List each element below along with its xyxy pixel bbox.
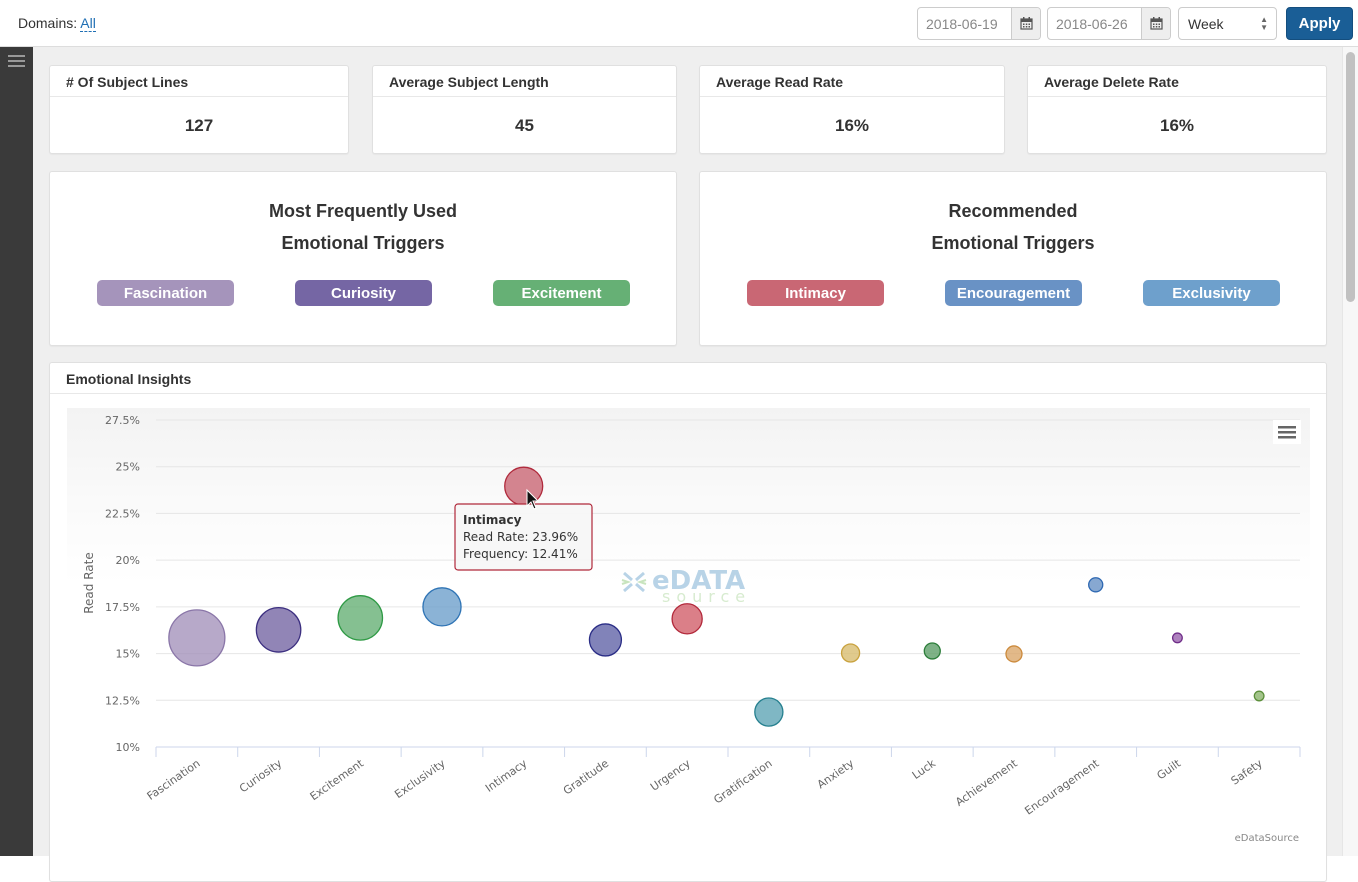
bubble-luck[interactable] xyxy=(923,642,941,660)
bubble-encouragement[interactable] xyxy=(1088,577,1104,593)
bubble-chart: 10% 12.5% 15% 17.5% 20% 22.5% 25% 27.5% Read Ra… xyxy=(67,408,1310,848)
chart-credit[interactable]: eDataSource xyxy=(1235,833,1299,844)
bubble-anxiety[interactable] xyxy=(840,643,861,663)
y-axis-title: Read Rate xyxy=(82,552,96,613)
y-tick-label: 25% xyxy=(116,461,140,474)
scrollbar-thumb[interactable] xyxy=(1346,52,1355,302)
y-tick-label: 17.5% xyxy=(105,601,140,614)
bubble-excitement[interactable] xyxy=(337,595,384,641)
chart-tooltip: Intimacy Read Rate: 23.96% Frequency: 12… xyxy=(454,503,593,571)
bubble-guilt[interactable] xyxy=(1171,632,1183,644)
y-tick-label: 27.5% xyxy=(105,414,140,427)
tooltip-read-rate: Read Rate: 23.96% xyxy=(463,530,578,544)
tooltip-frequency: Frequency: 12.41% xyxy=(463,547,578,561)
tooltip-title: Intimacy xyxy=(463,513,522,527)
y-tick-label: 10% xyxy=(116,741,140,754)
y-tick-label: 20% xyxy=(116,554,140,567)
bubble-gratification[interactable] xyxy=(754,697,784,727)
bubble-urgency[interactable] xyxy=(671,603,703,635)
y-tick-label: 15% xyxy=(116,648,140,661)
bubble-gratitude[interactable] xyxy=(588,623,623,657)
bubble-exclusivity[interactable] xyxy=(422,587,462,627)
bubble-achievement[interactable] xyxy=(1005,645,1023,663)
y-tick-label: 22.5% xyxy=(105,507,140,520)
bubble-fascination[interactable] xyxy=(168,609,226,667)
bubble-safety[interactable] xyxy=(1253,690,1265,702)
chart-menu-icon[interactable] xyxy=(1273,420,1301,444)
bubble-curiosity[interactable] xyxy=(255,606,302,653)
watermark-text-bottom: source xyxy=(662,587,751,606)
y-tick-label: 12.5% xyxy=(105,694,140,707)
